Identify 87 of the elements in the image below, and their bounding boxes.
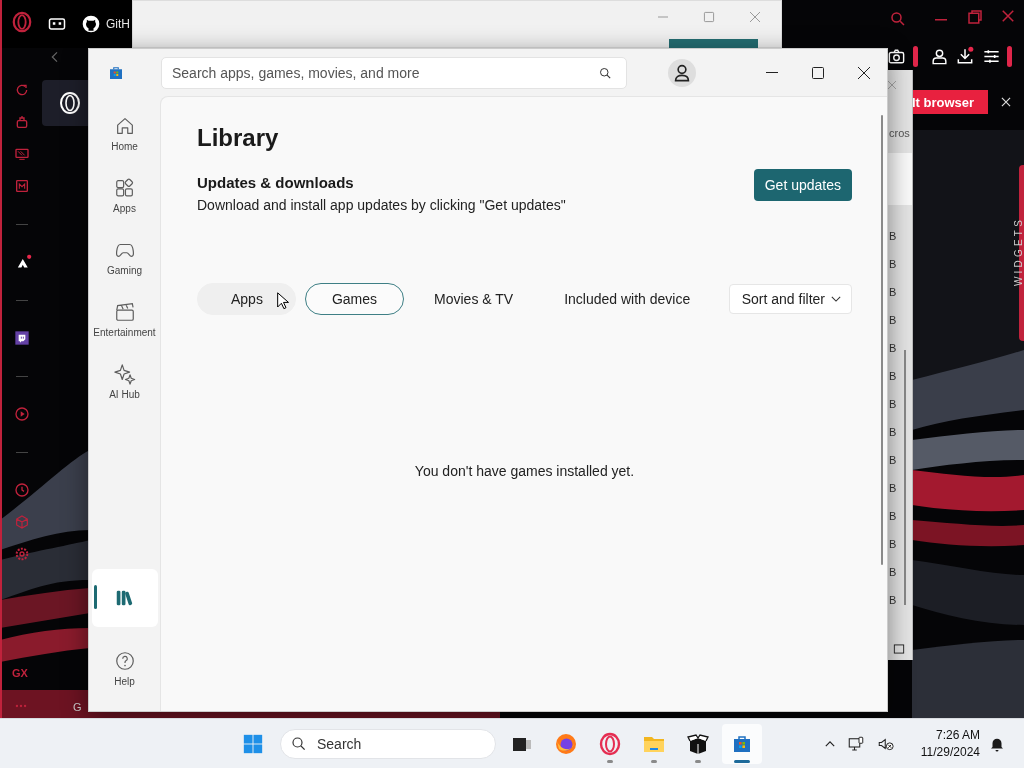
size-text: B <box>889 593 898 607</box>
size-text: B <box>889 565 898 579</box>
sidebar-card[interactable] <box>42 80 88 126</box>
size-text: B <box>889 285 898 299</box>
minimize-icon <box>766 72 778 73</box>
chevron-down-icon <box>831 296 841 302</box>
page-title: Library <box>197 124 280 152</box>
nav-label: Help <box>114 675 135 687</box>
mail-icon[interactable] <box>14 178 30 194</box>
section-heading: Updates & downloads <box>197 174 355 191</box>
robot-icon[interactable] <box>14 114 30 130</box>
refresh-icon[interactable] <box>14 82 30 98</box>
search-icon <box>290 734 308 753</box>
search-icon[interactable] <box>598 65 613 81</box>
camera-icon[interactable] <box>886 46 906 66</box>
running-indicator <box>651 759 657 763</box>
box-icon <box>686 731 710 756</box>
square-icon <box>892 642 906 656</box>
nav-item[interactable]: Apps <box>91 166 158 224</box>
nav-item[interactable] <box>91 569 158 627</box>
clock-time[interactable]: 7:26 AM <box>935 728 980 742</box>
nav-label: AI Hub <box>109 388 140 400</box>
size-text: B <box>889 425 898 439</box>
person-icon[interactable] <box>929 46 949 66</box>
filter-tab[interactable]: Apps <box>197 283 296 315</box>
sort-button[interactable]: Sort and filter <box>728 284 852 314</box>
action-button[interactable] <box>669 39 758 49</box>
size-text: B <box>889 537 898 551</box>
scrollbar[interactable] <box>881 115 883 565</box>
size-text: B <box>889 453 898 467</box>
nav-label: Home <box>111 140 138 152</box>
nav-label: Entertainment <box>93 326 156 338</box>
nav-item[interactable]: Gaming <box>91 228 158 286</box>
widgets-label[interactable]: WIDGETS <box>1012 211 1024 292</box>
nav-item[interactable]: AI Hub <box>91 352 158 410</box>
size-text: B <box>889 257 898 271</box>
filter-tab[interactable]: Games <box>304 283 405 315</box>
browser-logo-icon[interactable] <box>58 91 82 115</box>
browser-banner-button[interactable]: lt browser <box>910 90 988 114</box>
search-field[interactable]: Search apps, games, movies, and more <box>161 56 627 89</box>
nav-item[interactable]: Entertainment <box>91 290 158 348</box>
monitor-icon[interactable] <box>14 146 30 162</box>
size-text: B <box>889 313 898 327</box>
get-updates-button[interactable]: Get updates <box>753 169 852 201</box>
nav-label: Gaming <box>107 264 142 276</box>
size-text: B <box>889 397 898 411</box>
cat-logo-icon[interactable] <box>81 14 101 34</box>
download-icon[interactable] <box>955 46 975 66</box>
help-icon <box>113 649 136 672</box>
running-indicator <box>734 759 750 763</box>
cube-icon[interactable] <box>14 514 30 530</box>
restore-icon[interactable] <box>966 8 984 26</box>
tab-title[interactable]: GitH <box>106 17 130 31</box>
apps-icon <box>113 176 136 199</box>
play-icon[interactable] <box>14 406 30 422</box>
settings-icon[interactable] <box>14 546 30 562</box>
accent-bar <box>1007 46 1012 67</box>
scrollbar[interactable] <box>904 350 906 605</box>
window-heading: cros <box>889 127 911 139</box>
taskbar-search-field[interactable]: Search <box>280 728 496 759</box>
clapperboard-icon <box>113 300 136 323</box>
clock-icon[interactable] <box>14 482 30 498</box>
avatar-icon[interactable] <box>668 58 696 87</box>
nav-label: Apps <box>113 202 136 214</box>
size-text: B <box>889 229 898 243</box>
accent-bar <box>913 46 918 67</box>
ring-browser-icon <box>598 731 622 756</box>
chat-app-icon[interactable] <box>14 330 30 346</box>
size-text: B <box>889 369 898 383</box>
empty-message: You don't have games installed yet. <box>414 463 635 479</box>
clock-date[interactable]: 11/29/2024 <box>920 745 980 759</box>
close-icon <box>858 66 870 79</box>
fox-browser-icon <box>554 731 578 756</box>
running-indicator <box>695 759 701 763</box>
status-text: G <box>73 701 82 713</box>
size-text: B <box>889 509 898 523</box>
section-description: Download and install app updates by clicking "Get updates" <box>197 197 567 213</box>
sparkles-icon <box>113 362 136 385</box>
maximize-icon <box>812 66 824 79</box>
nav-item[interactable]: Home <box>91 104 158 162</box>
running-indicator <box>607 759 613 763</box>
nav-item[interactable]: Help <box>91 639 158 697</box>
size-text: B <box>889 481 898 495</box>
close-icon[interactable] <box>999 95 1013 109</box>
chevron-up-icon <box>824 740 835 747</box>
size-text: B <box>889 341 898 355</box>
windows-logo-icon <box>242 732 264 755</box>
